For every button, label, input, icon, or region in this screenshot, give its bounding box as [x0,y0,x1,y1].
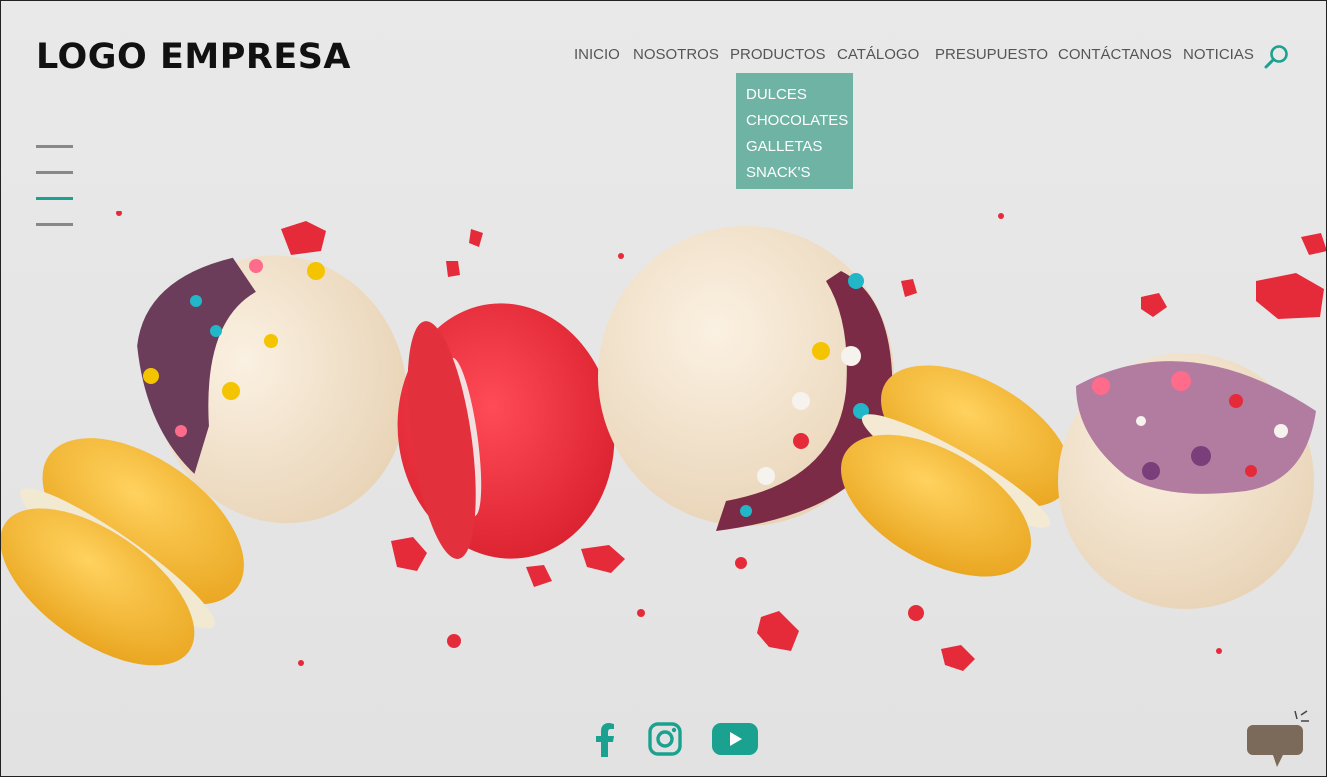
nav-item-noticias[interactable]: NOTICIAS [1183,46,1254,63]
menu-line [36,145,73,148]
instagram-icon[interactable] [648,722,682,756]
nav-item-productos[interactable]: PRODUCTOS [730,46,826,63]
productos-dropdown: DULCES CHOCOLATES GALLETAS SNACK'S [736,73,853,189]
nav-item-contactanos[interactable]: CONTÁCTANOS [1058,46,1172,63]
search-icon[interactable] [1263,43,1291,71]
dropdown-item-snacks[interactable]: SNACK'S [736,160,853,186]
nav-item-nosotros[interactable]: NOSOTROS [633,46,719,63]
menu-line [36,171,73,174]
dropdown-item-chocolates[interactable]: CHOCOLATES [736,108,853,134]
menu-line-active [36,197,73,200]
chat-bubble-icon[interactable] [1241,709,1311,771]
page-frame: LOGO EMPRESA INICIO NOSOTROS PRODUCTOS C… [0,0,1327,777]
dropdown-item-galletas[interactable]: GALLETAS [736,134,853,160]
nav-item-inicio[interactable]: INICIO [574,46,620,63]
hero-macarons-image [1,211,1326,671]
nav-item-presupuesto[interactable]: PRESUPUESTO [935,46,1048,63]
company-logo[interactable]: LOGO EMPRESA [36,37,351,77]
youtube-icon[interactable] [712,723,758,755]
facebook-icon[interactable] [595,723,615,757]
nav-item-catalogo[interactable]: CATÁLOGO [837,46,919,63]
dropdown-item-dulces[interactable]: DULCES [736,82,853,108]
